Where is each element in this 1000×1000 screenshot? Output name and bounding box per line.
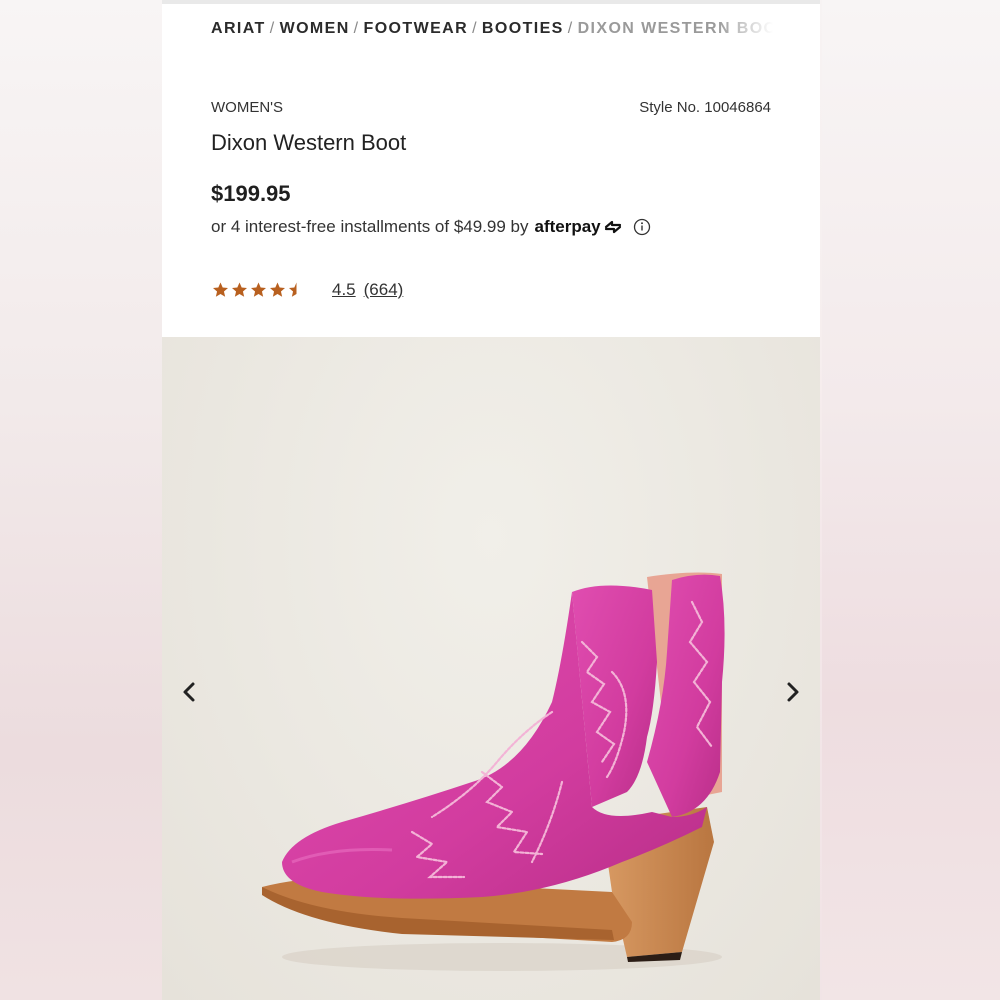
product-page-panel: ARIAT / WOMEN / FOOTWEAR / BOOTIES / DIXON WESTE… xyxy=(162,0,820,1000)
afterpay-label: afterpay xyxy=(534,217,601,236)
product-price: $199.95 xyxy=(211,181,291,206)
background-right xyxy=(822,0,1000,1000)
star-icon xyxy=(213,282,228,297)
product-gender: WOMEN'S xyxy=(211,99,284,116)
installments-line: or 4 interest-free installments of $49.9… xyxy=(211,217,651,237)
installments-text: or 4 interest-free installments of $49.9… xyxy=(211,217,529,236)
background-left xyxy=(0,0,162,1000)
chevron-left-icon xyxy=(183,682,195,702)
afterpay-logo: afterpay xyxy=(535,217,623,237)
breadcrumb-item-booties[interactable]: BOOTIES xyxy=(482,20,564,37)
style-number: Style No. 10046864 xyxy=(639,99,771,116)
gallery-next-button[interactable] xyxy=(778,677,808,707)
breadcrumb-separator: / xyxy=(472,20,478,37)
star-icon xyxy=(232,282,247,297)
afterpay-icon xyxy=(604,220,621,234)
breadcrumb-current: DIXON WESTERN BOOT xyxy=(577,20,773,37)
gallery-prev-button[interactable] xyxy=(174,677,204,707)
product-image-boot xyxy=(262,572,725,971)
breadcrumb-item-footwear[interactable]: FOOTWEAR xyxy=(364,20,469,37)
rating-stars xyxy=(211,281,306,299)
star-icon xyxy=(270,282,285,297)
breadcrumb-separator: / xyxy=(567,20,574,37)
half-star-icon xyxy=(289,282,297,297)
product-title: Dixon Western Boot xyxy=(211,130,407,155)
star-icon xyxy=(251,282,266,297)
product-image-gallery[interactable] xyxy=(162,337,820,1000)
info-icon[interactable] xyxy=(633,218,651,236)
breadcrumb-separator: / xyxy=(353,20,360,37)
chevron-right-icon xyxy=(787,682,799,702)
breadcrumb-separator: / xyxy=(269,20,276,37)
breadcrumb-item-women[interactable]: WOMEN xyxy=(280,20,350,37)
rating-value-link[interactable]: 4.5 xyxy=(332,280,356,300)
breadcrumb-item-ariat[interactable]: ARIAT xyxy=(211,20,266,37)
product-rating: 4.5 (664) xyxy=(211,280,403,300)
review-count-link[interactable]: (664) xyxy=(364,280,404,300)
top-divider xyxy=(162,0,820,4)
breadcrumb: ARIAT / WOMEN / FOOTWEAR / BOOTIES / DIXON WESTE… xyxy=(211,20,773,44)
